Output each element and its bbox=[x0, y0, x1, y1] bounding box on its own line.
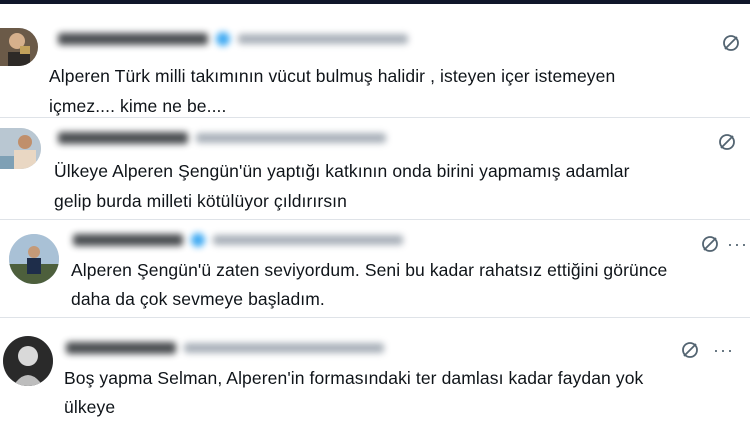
reply-post-4[interactable]: ··· Boş yapma Selman, Alperen'in forması… bbox=[0, 318, 750, 422]
avatar[interactable] bbox=[3, 336, 53, 386]
post-text-line-2: daha da çok sevmeye başladım. bbox=[71, 289, 325, 309]
post-text-line-1: Boş yapma Selman, Alperen'in formasındak… bbox=[64, 368, 644, 388]
post-text-line-2: gelip burda milleti kötülüyor çıldırırsı… bbox=[54, 191, 347, 211]
reply-post-2[interactable]: Ülkeye Alperen Şengün'ün yaptığı katkını… bbox=[0, 118, 750, 220]
avatar-photo-icon bbox=[0, 128, 41, 169]
grok-icon[interactable] bbox=[700, 234, 720, 254]
avatar-photo-icon bbox=[0, 28, 38, 66]
grok-icon[interactable] bbox=[680, 340, 700, 360]
avatar[interactable] bbox=[9, 234, 59, 284]
avatar-photo-icon bbox=[3, 336, 53, 386]
more-options-icon[interactable]: ··· bbox=[713, 341, 734, 359]
post-text-line-1: Alperen Türk milli takımının vücut bulmu… bbox=[49, 66, 616, 86]
grok-icon[interactable] bbox=[717, 132, 737, 152]
reply-post-3[interactable]: ··· Alperen Şengün'ü zaten seviyordum. S… bbox=[0, 220, 750, 318]
more-options-icon[interactable]: ··· bbox=[727, 235, 748, 253]
reply-post-1[interactable]: Alperen Türk milli takımının vücut bulmu… bbox=[0, 6, 750, 118]
post-text-line-1: Alperen Şengün'ü zaten seviyordum. Seni … bbox=[71, 260, 668, 280]
avatar[interactable] bbox=[0, 28, 38, 66]
post-text-line-2: ülkeye bbox=[64, 397, 116, 417]
blurred-author-meta bbox=[73, 233, 403, 247]
blurred-author-meta bbox=[66, 341, 384, 355]
avatar[interactable] bbox=[0, 128, 41, 169]
blurred-author-meta bbox=[58, 131, 386, 145]
post-text-line-1: Ülkeye Alperen Şengün'ün yaptığı katkını… bbox=[54, 161, 630, 181]
grok-icon[interactable] bbox=[721, 33, 741, 53]
top-edge-band bbox=[0, 0, 750, 4]
avatar-photo-icon bbox=[9, 234, 59, 284]
blurred-author-meta bbox=[58, 32, 408, 46]
post-text-line-2: içmez.... kime ne be.... bbox=[49, 96, 227, 116]
